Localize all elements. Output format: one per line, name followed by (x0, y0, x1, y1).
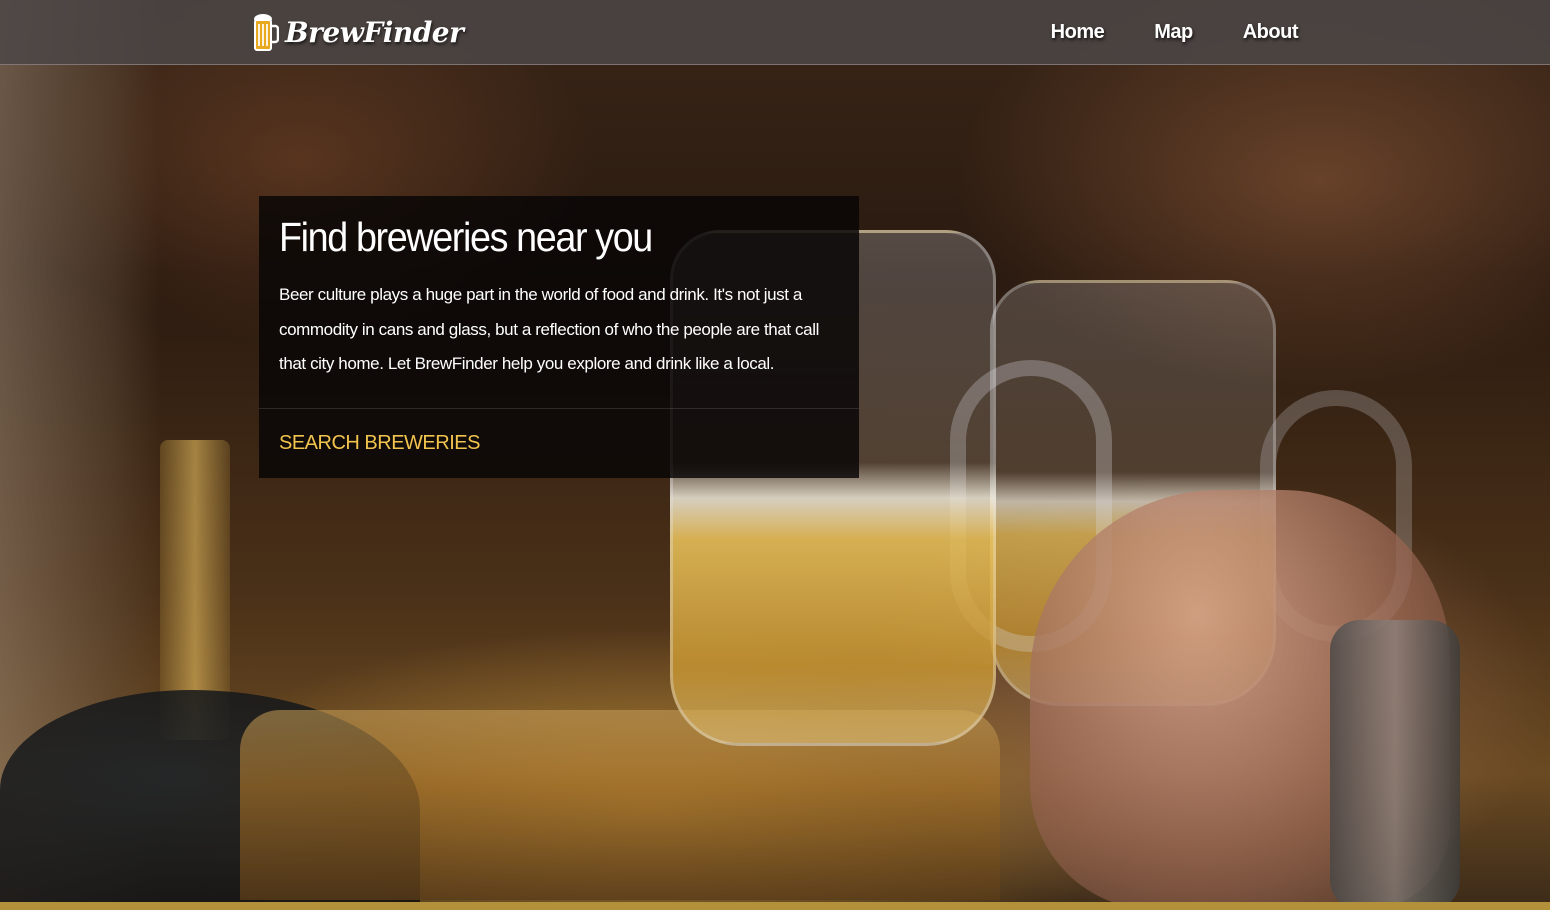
hero-card: Find breweries near you Beer culture pla… (259, 196, 859, 478)
nav-about[interactable]: About (1243, 21, 1299, 44)
search-breweries-link[interactable]: SEARCH BREWERIES (279, 432, 480, 455)
hero-description: Beer culture plays a huge part in the wo… (279, 285, 819, 373)
page: BrewFinder Home Map About Find breweries… (0, 0, 1550, 910)
bottom-accent-strip (0, 902, 1550, 910)
hero-action-bar: SEARCH BREWERIES (259, 409, 859, 477)
beer-mug-icon (254, 14, 279, 51)
brand-name: BrewFinder (285, 15, 464, 49)
hero-body: Find breweries near you Beer culture pla… (259, 196, 859, 409)
brand-logo-link[interactable]: BrewFinder (253, 10, 464, 54)
nav-home[interactable]: Home (1051, 21, 1105, 44)
main-nav: Home Map About (1001, 0, 1299, 65)
nav-map[interactable]: Map (1154, 21, 1193, 44)
hero-title: Find breweries near you (279, 214, 653, 260)
top-navbar: BrewFinder Home Map About (0, 0, 1550, 65)
